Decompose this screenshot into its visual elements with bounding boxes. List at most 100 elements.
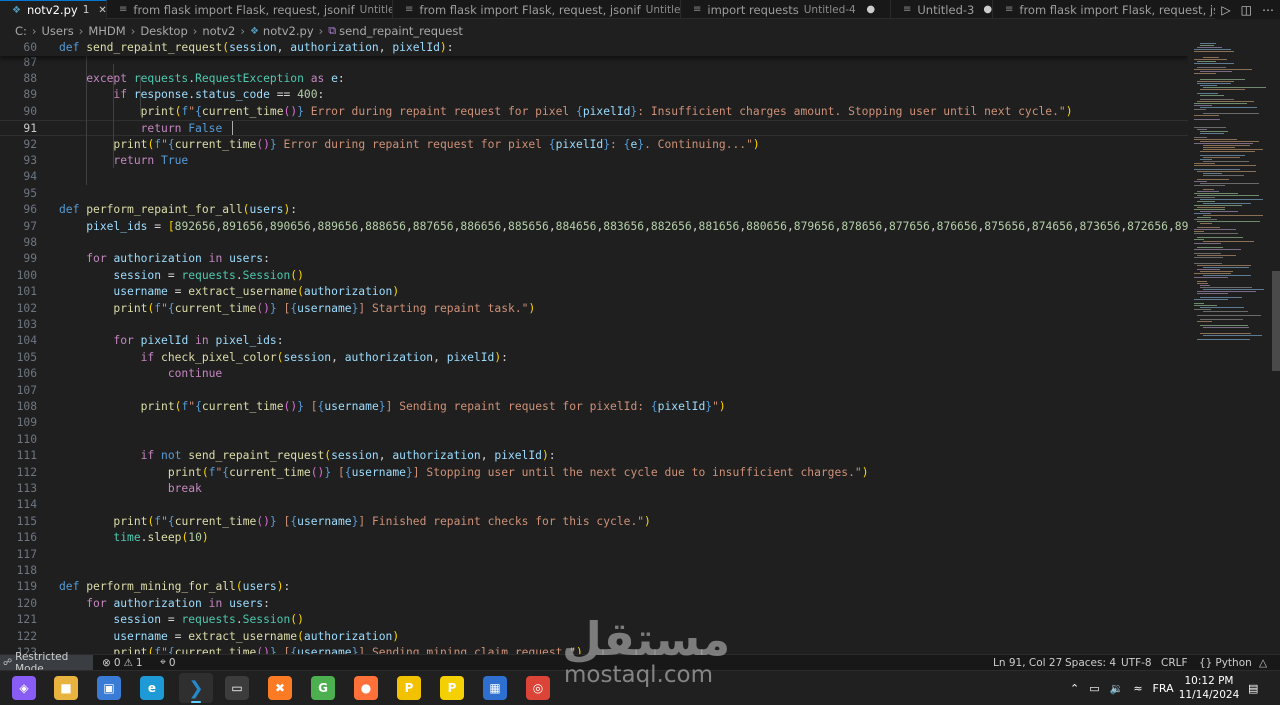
code-line[interactable]: 95 xyxy=(0,186,1188,202)
code-line[interactable]: 92 print(f"{current_time()} Error during… xyxy=(0,137,1188,153)
breadcrumb-item[interactable]: notv2.py xyxy=(263,24,314,38)
copilot-icon[interactable]: ◈ xyxy=(12,676,36,700)
breadcrumb-item[interactable]: Users xyxy=(42,24,74,38)
code-line[interactable]: 97 pixel_ids = [892656,891656,890656,889… xyxy=(0,219,1188,235)
editor-tab[interactable]: ≡ import requests Untitled-4 ● xyxy=(681,0,891,19)
code-line[interactable]: 94 xyxy=(0,169,1188,185)
ports-indicator[interactable]: ⌖ 0 xyxy=(160,655,176,670)
minimap-line xyxy=(1203,241,1254,242)
xampp-icon[interactable]: ✖ xyxy=(268,676,292,700)
breadcrumb-item[interactable]: MHDM xyxy=(88,24,125,38)
show-hidden-icons-icon[interactable]: ⌃ xyxy=(1070,682,1079,695)
code-line[interactable]: 90 print(f"{current_time()} Error during… xyxy=(0,104,1188,120)
unsaved-dot-icon[interactable]: ● xyxy=(865,4,877,15)
code-line[interactable]: 107 xyxy=(0,383,1188,399)
minimap-line xyxy=(1197,227,1220,228)
wifi-icon[interactable]: ≈ xyxy=(1133,682,1142,695)
code-token: time xyxy=(113,531,141,545)
minimap-line xyxy=(1200,199,1263,200)
code-line[interactable]: 117 xyxy=(0,547,1188,563)
network-app-icon[interactable]: ▦ xyxy=(483,676,507,700)
code-line[interactable]: 112 print(f"{current_time()} [{username}… xyxy=(0,465,1188,481)
code-line[interactable]: 89 if response.status_code == 400: xyxy=(0,87,1188,103)
editor-tab[interactable]: ≡ from flask import Flask, request, jsoni… xyxy=(993,0,1223,19)
code-line[interactable]: 123 print(f"{current_time()} [{username}… xyxy=(0,645,1188,654)
code-line[interactable]: 115 print(f"{current_time()} [{username}… xyxy=(0,514,1188,530)
code-line[interactable]: 91 return False xyxy=(0,120,1188,137)
code-line[interactable]: 98 xyxy=(0,235,1188,251)
code-line[interactable]: 113 break xyxy=(0,481,1188,497)
breadcrumb-item[interactable]: C: xyxy=(15,24,27,38)
code-line[interactable]: 103 xyxy=(0,317,1188,333)
run-icon[interactable]: ▷ xyxy=(1221,3,1230,17)
vscode-icon[interactable]: ❯ xyxy=(179,673,213,703)
code-line[interactable]: 93 return True xyxy=(0,153,1188,169)
indentation-indicator[interactable]: Spaces: 4 xyxy=(1065,655,1116,670)
edge-icon[interactable]: e xyxy=(140,676,164,700)
code-editor[interactable]: 87 88 except requests.RequestException as… xyxy=(0,40,1188,654)
problems-indicator[interactable]: ⊗ 0 ⚠ 1 xyxy=(102,655,143,670)
code-line[interactable]: 96 def perform_repaint_for_all(users): xyxy=(0,202,1188,218)
code-line[interactable]: 102 print(f"{current_time()} [{username}… xyxy=(0,301,1188,317)
eol-indicator[interactable]: CRLF xyxy=(1161,655,1188,670)
more-actions-icon[interactable]: ⋯ xyxy=(1262,3,1274,17)
language-mode[interactable]: {} Python xyxy=(1199,655,1252,670)
code-line[interactable]: 88 except requests.RequestException as e… xyxy=(0,71,1188,87)
code-line[interactable]: 101 username = extract_username(authoriz… xyxy=(0,284,1188,300)
code-line[interactable]: 108 print(f"{current_time()} [{username}… xyxy=(0,399,1188,415)
minimap-line xyxy=(1194,139,1237,140)
notification-center-icon[interactable]: ▤ xyxy=(1248,671,1258,705)
editor-tab[interactable]: ≡ from flask import Flask, request, jsoni… xyxy=(393,0,681,19)
unsaved-dot-icon[interactable]: ● xyxy=(983,4,992,15)
code-line[interactable]: 106 continue xyxy=(0,366,1188,382)
code-line[interactable]: 114 xyxy=(0,497,1188,513)
code-line[interactable]: 110 xyxy=(0,432,1188,448)
cursor-position[interactable]: Ln 91, Col 27 xyxy=(993,655,1062,670)
code-token: , xyxy=(501,219,509,233)
battery-icon[interactable]: ▭ xyxy=(1089,682,1099,695)
restricted-mode-indicator[interactable]: ☍ Restricted Mode xyxy=(0,651,93,675)
breadcrumb-item[interactable]: Desktop xyxy=(140,24,187,38)
clock[interactable]: 10:12 PM 11/14/2024 xyxy=(1177,674,1241,702)
code-line[interactable]: 104 for pixelId in pixel_ids: xyxy=(0,333,1188,349)
notifications-bell-icon[interactable]: △ xyxy=(1259,655,1267,670)
app-icon-yellow[interactable]: P xyxy=(397,676,421,700)
code-line[interactable]: 116 time.sleep(10) xyxy=(0,530,1188,546)
chevron-right-icon: › xyxy=(130,24,136,38)
code-line[interactable]: 100 session = requests.Session() xyxy=(0,268,1188,284)
breadcrumb-item[interactable]: send_repaint_request xyxy=(339,24,463,38)
editor-tab[interactable]: ≡ from flask import Flask, request, jsoni… xyxy=(107,0,393,19)
code-line[interactable]: 60 def send_repaint_request(session, auth… xyxy=(0,40,1188,57)
minimap-line xyxy=(1194,51,1234,52)
code-line[interactable]: 111 if not send_repaint_request(session,… xyxy=(0,448,1188,464)
code-line[interactable]: 120 for authorization in users: xyxy=(0,596,1188,612)
editor-tab[interactable]: ❖ notv2.py 1 ✕ xyxy=(0,0,107,19)
file-explorer-icon[interactable]: ■ xyxy=(54,676,78,700)
vertical-scrollbar[interactable] xyxy=(1271,40,1280,654)
firefox-icon[interactable]: ● xyxy=(354,676,378,700)
code-line[interactable]: 109 xyxy=(0,415,1188,431)
code-token: [ xyxy=(276,645,291,654)
app-icon-yellow-2[interactable]: P xyxy=(440,676,464,700)
chrome-icon[interactable]: ◎ xyxy=(526,676,550,700)
input-language[interactable]: FRA xyxy=(1153,682,1174,695)
code-line[interactable]: 99 for authorization in users: xyxy=(0,251,1188,267)
encoding-indicator[interactable]: UTF-8 xyxy=(1121,655,1152,670)
scrollbar-thumb[interactable] xyxy=(1272,271,1280,371)
minimap[interactable] xyxy=(1190,40,1270,654)
terminal-icon[interactable]: ▭ xyxy=(225,676,249,700)
editor-tab[interactable]: ≡ Untitled-3 ● xyxy=(891,0,993,19)
code-line[interactable]: 119 def perform_mining_for_all(users): xyxy=(0,579,1188,595)
split-editor-icon[interactable]: ◫ xyxy=(1241,3,1252,17)
line-number: 112 xyxy=(16,465,37,479)
code-line[interactable]: 105 if check_pixel_color(session, author… xyxy=(0,350,1188,366)
microsoft-store-icon[interactable]: ▣ xyxy=(97,676,121,700)
code-line[interactable]: 121 session = requests.Session() xyxy=(0,612,1188,628)
code-line[interactable]: 87 xyxy=(0,55,1188,71)
code-line[interactable]: 122 username = extract_username(authoriz… xyxy=(0,629,1188,645)
breadcrumb-item[interactable]: notv2 xyxy=(202,24,235,38)
chrome-profile-icon[interactable]: G xyxy=(311,676,335,700)
close-icon[interactable]: ✕ xyxy=(98,5,106,16)
code-line[interactable]: 118 xyxy=(0,563,1188,579)
volume-icon[interactable]: 🔉 xyxy=(1110,682,1124,695)
